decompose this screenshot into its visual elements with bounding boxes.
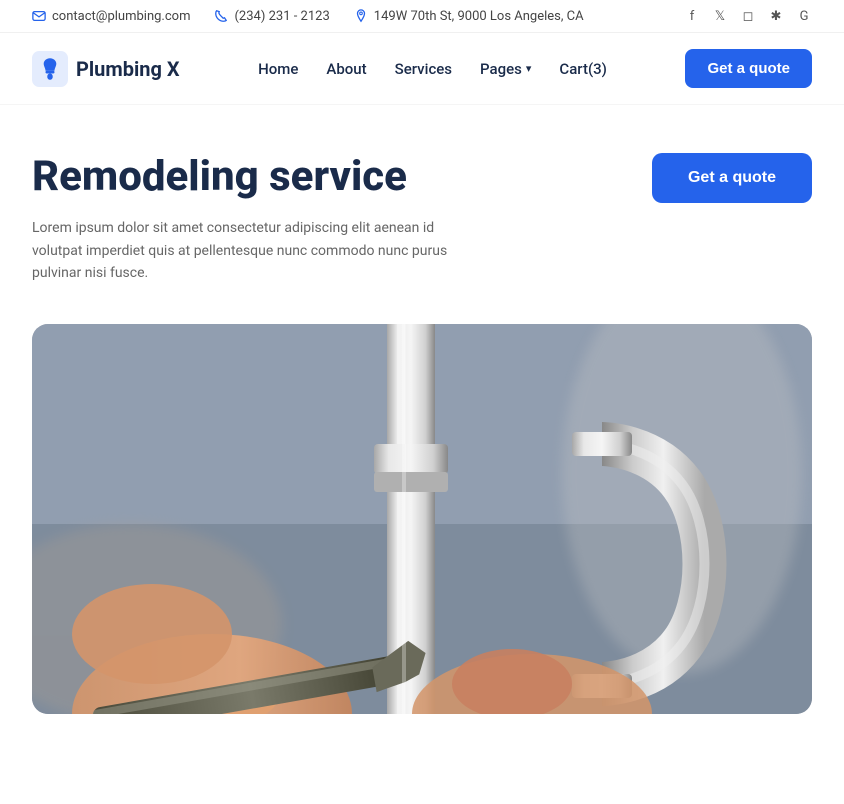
hero-description: Lorem ipsum dolor sit amet consectetur a… — [32, 217, 452, 284]
pages-chevron-icon: ▾ — [526, 62, 532, 75]
instagram-icon[interactable]: ◻ — [740, 8, 756, 24]
top-bar: contact@plumbing.com (234) 231 - 2123 14… — [0, 0, 844, 33]
hero-cta-button[interactable]: Get a quote — [652, 153, 812, 203]
nav-services[interactable]: Services — [395, 60, 452, 78]
logo-text: Plumbing X — [76, 57, 180, 81]
address-contact: 149W 70th St, 9000 Los Angeles, CA — [354, 9, 584, 24]
plumbing-illustration — [32, 324, 812, 714]
nav-about[interactable]: About — [326, 60, 366, 78]
email-icon — [32, 9, 46, 23]
hero-title: Remodeling service — [32, 153, 452, 201]
address-text: 149W 70th St, 9000 Los Angeles, CA — [374, 9, 584, 24]
logo-icon — [32, 51, 68, 87]
nav-home[interactable]: Home — [258, 60, 298, 78]
hero-content: Remodeling service Lorem ipsum dolor sit… — [32, 153, 452, 284]
yelp-icon[interactable]: ✱ — [768, 8, 784, 24]
nav-cart[interactable]: Cart(3) — [559, 60, 607, 78]
facebook-icon[interactable]: f — [684, 8, 700, 24]
header-cta-button[interactable]: Get a quote — [685, 49, 812, 88]
google-icon[interactable]: G — [796, 8, 812, 24]
hero-cta-area: Get a quote — [652, 153, 812, 203]
hero-section: Remodeling service Lorem ipsum dolor sit… — [0, 105, 844, 316]
logo[interactable]: Plumbing X — [32, 51, 180, 87]
email-contact[interactable]: contact@plumbing.com — [32, 9, 190, 24]
email-text: contact@plumbing.com — [52, 9, 190, 24]
phone-text: (234) 231 - 2123 — [234, 9, 329, 24]
nav-pages[interactable]: Pages ▾ — [480, 60, 531, 78]
top-bar-contacts: contact@plumbing.com (234) 231 - 2123 14… — [32, 9, 584, 24]
social-links: f 𝕏 ◻ ✱ G — [684, 8, 812, 24]
phone-contact[interactable]: (234) 231 - 2123 — [214, 9, 329, 24]
twitter-icon[interactable]: 𝕏 — [712, 8, 728, 24]
phone-icon — [214, 9, 228, 23]
hero-image — [32, 324, 812, 714]
location-icon — [354, 9, 368, 23]
header: Plumbing X Home About Services Pages ▾ C… — [0, 33, 844, 105]
main-nav: Home About Services Pages ▾ Cart(3) — [258, 60, 607, 78]
